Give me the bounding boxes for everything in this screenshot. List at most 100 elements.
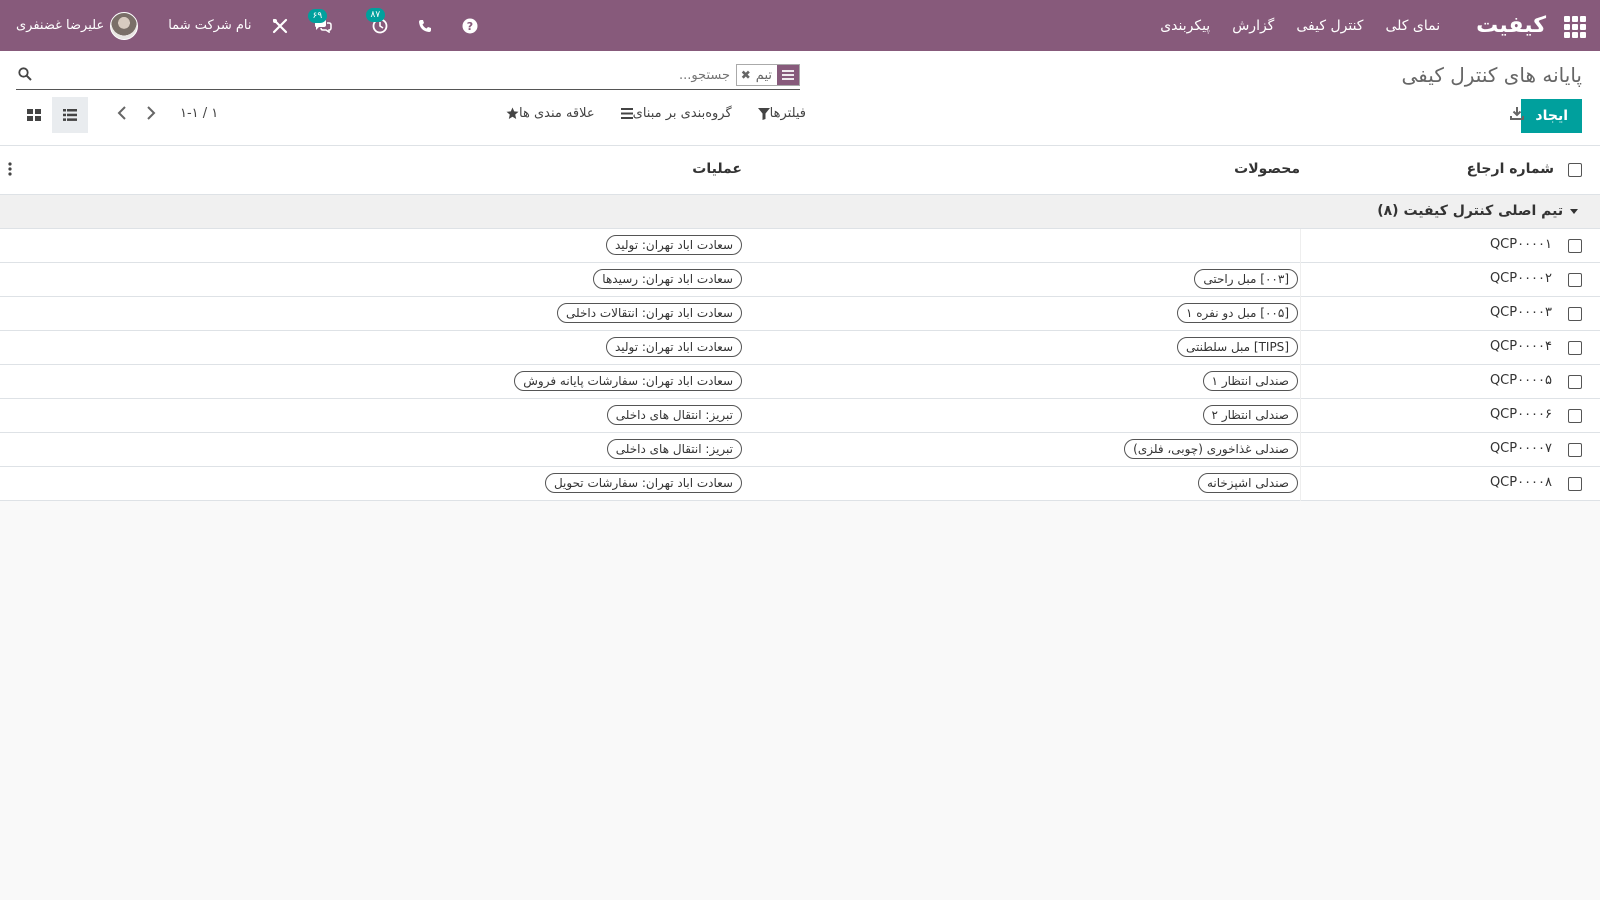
table-row[interactable]: QCP۰۰۰۰۱ سعادت اباد تهران: تولید — [0, 229, 1600, 263]
row-checkbox[interactable] — [1568, 239, 1582, 253]
table-row[interactable]: QCP۰۰۰۰۵ صندلی انتظار ۱ سعادت اباد تهران: … — [0, 365, 1600, 399]
list-view-icon[interactable] — [52, 97, 88, 133]
svg-text:?: ? — [466, 20, 472, 33]
cell-products: صندلی غذاخوری (چوبی، فلزی) — [1124, 439, 1298, 459]
column-divider — [1300, 229, 1301, 263]
cell-products: صندلی اشپزخانه — [1197, 473, 1298, 493]
messages-badge: ۶۹ — [307, 8, 328, 23]
navbar-right: کیفیت نمای کلی کنترل کیفی گزارش پیکربندی — [1138, 0, 1586, 51]
menu-quality-control[interactable]: کنترل کیفی — [1296, 18, 1363, 34]
menu-reporting[interactable]: گزارش — [1232, 18, 1274, 34]
menu-configuration[interactable]: پیکربندی — [1160, 18, 1210, 34]
operation-tag[interactable]: سعادت اباد تهران: انتقالات داخلی — [557, 303, 742, 323]
operation-tag[interactable]: سعادت اباد تهران: تولید — [605, 337, 742, 357]
operation-tag[interactable]: سعادت اباد تهران: تولید — [605, 235, 742, 255]
view-switcher — [16, 97, 88, 133]
column-header-reference[interactable]: شماره ارجاع — [1467, 161, 1554, 177]
column-divider — [1300, 365, 1301, 399]
phone-icon[interactable] — [418, 19, 432, 33]
select-all-checkbox[interactable] — [1568, 163, 1582, 177]
cell-reference: QCP۰۰۰۰۸ — [1489, 475, 1552, 490]
group-row[interactable]: تیم اصلی کنترل کیفیت (۸) — [0, 195, 1600, 229]
page-title: پایانه های کنترل کیفی — [1401, 63, 1582, 87]
cell-operations: سعادت اباد تهران: انتقالات داخلی — [557, 303, 742, 323]
table-row[interactable]: QCP۰۰۰۰۳ [۰۰۵] مبل دو نفره ۱ سعادت اباد ته… — [0, 297, 1600, 331]
product-tag[interactable]: [۰۰۵] مبل دو نفره ۱ — [1176, 303, 1298, 323]
apps-grid-icon[interactable] — [1564, 15, 1586, 38]
groupby-dropdown[interactable]: گروه‌بندی بر مبنای — [617, 106, 732, 121]
product-tag[interactable]: [۰۰۳] مبل راحتی — [1194, 269, 1298, 289]
star-icon — [506, 107, 519, 119]
row-checkbox[interactable] — [1568, 409, 1582, 423]
operation-tag[interactable]: سعادت اباد تهران: سفارشات تحویل — [544, 473, 742, 493]
filters-dropdown[interactable]: فیلترها — [754, 106, 806, 121]
column-options-icon[interactable] — [8, 162, 12, 180]
row-checkbox[interactable] — [1568, 307, 1582, 321]
avatar — [110, 11, 139, 40]
search-input[interactable] — [330, 63, 730, 87]
row-checkbox[interactable] — [1568, 477, 1582, 491]
help-icon[interactable]: ? — [462, 18, 478, 34]
product-tag[interactable]: [TIPS] مبل سلطنتی — [1177, 337, 1298, 357]
pager-prev-icon[interactable] — [117, 106, 127, 124]
table-row[interactable]: QCP۰۰۰۰۸ صندلی اشپزخانه سعادت اباد تهران: … — [0, 467, 1600, 501]
cell-operations: سعادت اباد تهران: سفارشات تحویل — [544, 473, 742, 493]
row-checkbox[interactable] — [1568, 341, 1582, 355]
create-button[interactable]: ایجاد — [1521, 99, 1582, 133]
column-header-products[interactable]: محصولات — [1234, 161, 1300, 177]
row-checkbox[interactable] — [1568, 375, 1582, 389]
pager-next-icon[interactable] — [146, 106, 156, 124]
navbar-left: علیرضا غضنفری نام شرکت شما ۶۹ ۸۷ ? — [16, 0, 478, 51]
kanban-view-icon[interactable] — [16, 97, 52, 133]
table-body: QCP۰۰۰۰۱ سعادت اباد تهران: تولید QCP۰۰۰۰۲ [… — [0, 229, 1600, 501]
column-divider — [1300, 297, 1301, 331]
cell-reference: QCP۰۰۰۰۷ — [1489, 441, 1552, 456]
product-tag[interactable]: صندلی غذاخوری (چوبی، فلزی) — [1124, 439, 1298, 459]
product-tag[interactable]: صندلی انتظار ۲ — [1202, 405, 1298, 425]
column-divider — [1300, 331, 1301, 365]
pager-value[interactable]: ۱-۱ / ۱ — [180, 106, 218, 121]
user-name: علیرضا غضنفری — [16, 18, 105, 33]
chat-icon[interactable]: ۶۹ — [307, 8, 332, 33]
table-row[interactable]: QCP۰۰۰۰۶ صندلی انتظار ۲ تبریز: انتقال های … — [0, 399, 1600, 433]
activity-badge: ۸۷ — [365, 7, 386, 22]
operation-tag[interactable]: تبریز: انتقال های داخلی — [606, 439, 742, 459]
cell-operations: تبریز: انتقال های داخلی — [606, 405, 742, 425]
groupby-icon — [620, 108, 633, 119]
operation-tag[interactable]: سعادت اباد تهران: سفارشات پایانه فروش — [514, 371, 742, 391]
top-navbar: کیفیت نمای کلی کنترل کیفی گزارش پیکربندی… — [0, 0, 1600, 51]
product-tag[interactable]: صندلی انتظار ۱ — [1202, 371, 1298, 391]
cell-reference: QCP۰۰۰۰۴ — [1489, 339, 1552, 354]
company-switcher[interactable]: نام شرکت شما — [168, 18, 251, 33]
product-tag[interactable]: صندلی اشپزخانه — [1197, 473, 1298, 493]
download-icon[interactable] — [1510, 106, 1524, 124]
column-header-operations[interactable]: عملیات — [692, 161, 742, 177]
cell-operations: سعادت اباد تهران: رسیدها — [593, 269, 742, 289]
facet-value: تیم — [755, 67, 772, 83]
row-checkbox[interactable] — [1568, 273, 1582, 287]
list-icon — [777, 65, 799, 85]
cell-products: [۰۰۳] مبل راحتی — [1194, 269, 1298, 289]
group-name: تیم اصلی کنترل کیفیت (۸) — [1377, 203, 1564, 219]
table-row[interactable]: QCP۰۰۰۰۷ صندلی غذاخوری (چوبی، فلزی) تبریز:… — [0, 433, 1600, 467]
control-panel: پایانه های کنترل کیفی تیم ✖ ایجاد فیلتره… — [0, 51, 1600, 146]
table-header: شماره ارجاع محصولات عملیات — [0, 146, 1600, 195]
table-row[interactable]: QCP۰۰۰۰۲ [۰۰۳] مبل راحتی سعادت اباد تهران:… — [0, 263, 1600, 297]
groupby-label: گروه‌بندی بر مبنای — [632, 106, 732, 121]
search-icon[interactable] — [18, 67, 32, 85]
user-menu[interactable]: علیرضا غضنفری — [16, 11, 139, 40]
menu-overview[interactable]: نمای کلی — [1385, 18, 1440, 34]
cell-products: صندلی انتظار ۲ — [1202, 405, 1298, 425]
row-checkbox[interactable] — [1568, 443, 1582, 457]
search-bar: تیم ✖ — [16, 62, 800, 90]
cell-operations: سعادت اباد تهران: تولید — [605, 337, 742, 357]
table-row[interactable]: QCP۰۰۰۰۴ [TIPS] مبل سلطنتی سعادت اباد تهرا… — [0, 331, 1600, 365]
app-brand[interactable]: کیفیت — [1476, 13, 1546, 38]
column-divider — [1300, 467, 1301, 501]
facet-remove-icon[interactable]: ✖ — [737, 68, 751, 82]
favorites-dropdown[interactable]: علاقه مندی ها — [502, 106, 595, 121]
operation-tag[interactable]: سعادت اباد تهران: رسیدها — [593, 269, 742, 289]
clock-icon[interactable]: ۸۷ — [365, 7, 388, 34]
tools-icon[interactable] — [272, 18, 288, 34]
operation-tag[interactable]: تبریز: انتقال های داخلی — [606, 405, 742, 425]
